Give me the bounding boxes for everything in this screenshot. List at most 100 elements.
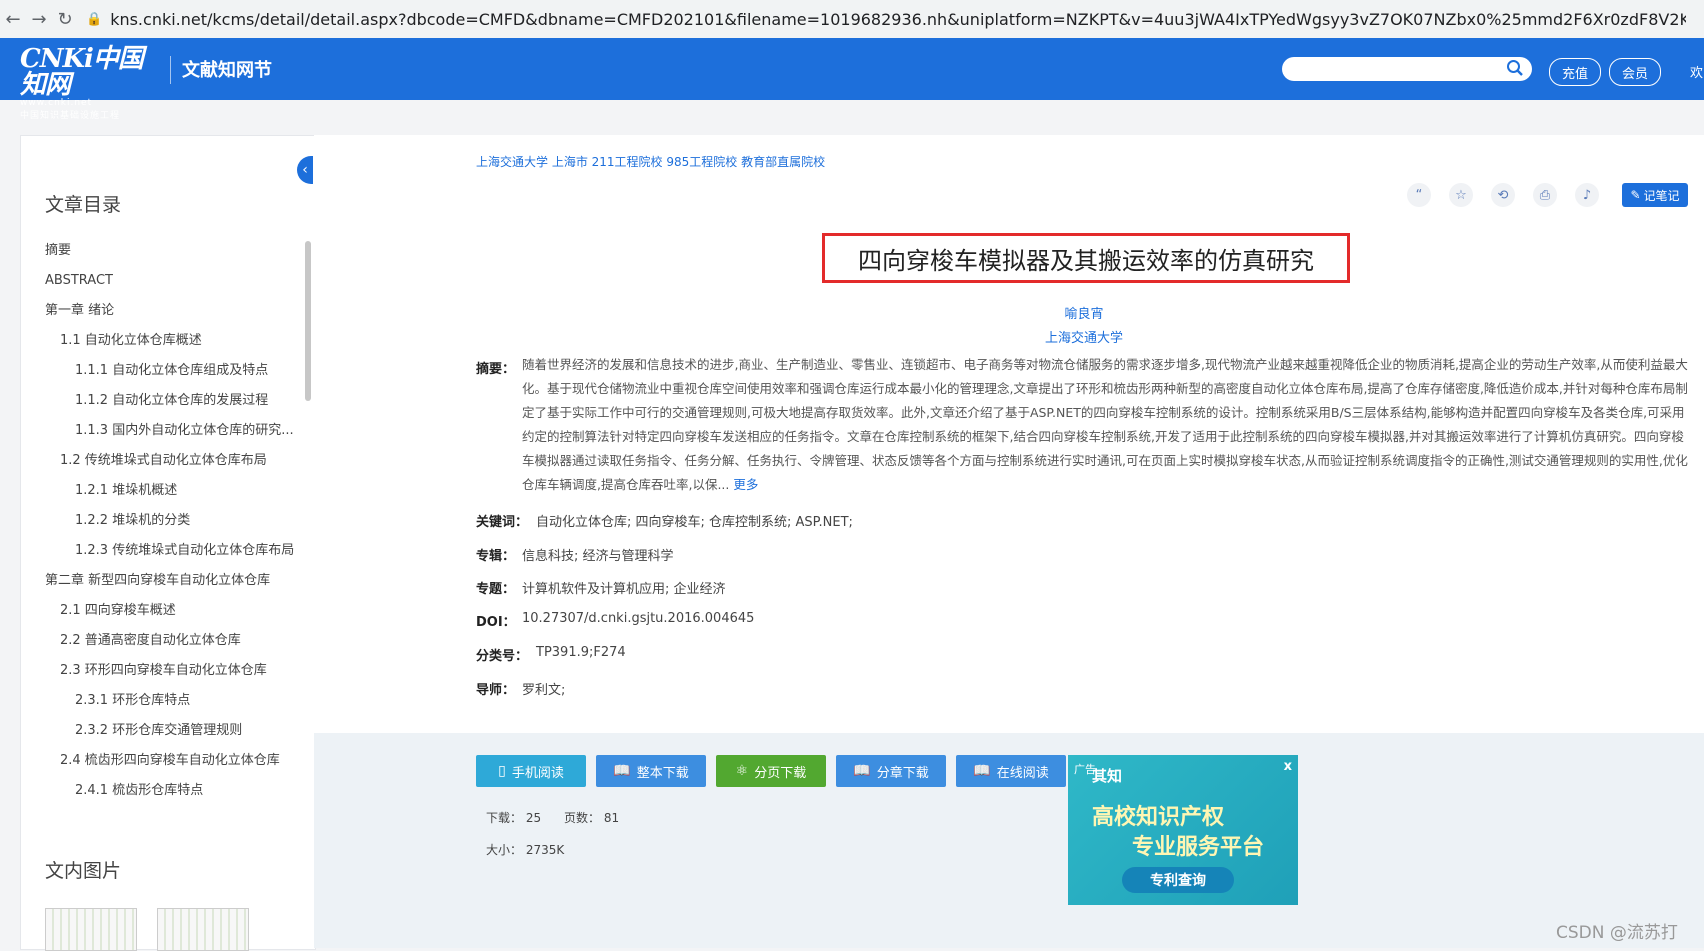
toc-sidebar: 文章目录 摘要 ABSTRACT 第一章 绪论 1.1 自动化立体仓库概述 1.1.1 … [20, 135, 316, 951]
logo-mark: CNKi中国知网 [20, 44, 144, 100]
toc-title: 文章目录 [45, 194, 122, 216]
back-icon[interactable]: ← [0, 6, 26, 32]
download-count: 下载： 25 [486, 811, 542, 825]
page-count: 页数： 81 [564, 811, 620, 825]
keywords-label: 关键词： [476, 515, 529, 530]
search-icon[interactable] [1506, 59, 1524, 81]
book-icon: 📖 [973, 763, 991, 779]
doi-value: 10.27307/d.cnki.gsjtu.2016.004645 [522, 611, 755, 626]
whole-download-button[interactable]: 📖 整本下载 [596, 755, 706, 787]
quote-icon[interactable]: “ [1407, 183, 1431, 207]
browser-address-bar: ← → ↻ 🔒 kns.cnki.net/kcms/detail/detail.… [0, 0, 1704, 39]
advisor-value[interactable]: 罗利文; [522, 679, 565, 698]
ad-headline-1: 高校知识产权 [1092, 805, 1225, 830]
topic-value: 计算机软件及计算机应用; 企业经济 [522, 582, 726, 597]
whole-download-label: 整本下载 [636, 765, 689, 781]
lock-icon: 🔒 [86, 11, 103, 27]
toc-item[interactable]: 2.3.2 环形仓库交通管理规则 [21, 716, 301, 746]
logo-url: www.cnki.net [20, 98, 93, 108]
toc-item[interactable]: 第二章 新型四向穿梭车自动化立体仓库 [21, 566, 301, 596]
site-header: CNKi中国知网 www.cnki.net 中国知识基础设施工程 文献知网节 充… [0, 38, 1704, 121]
book-icon: 📖 [613, 763, 631, 779]
figure-thumbnail[interactable] [157, 908, 249, 951]
abstract-body: 随着世界经济的发展和信息技术的进步,商业、生产制造业、零售业、连锁超市、电子商务… [522, 357, 1688, 492]
abstract-label: 摘要： [476, 362, 516, 377]
take-notes-button[interactable]: ✎ 记笔记 [1622, 183, 1688, 207]
toc-item[interactable]: 1.1.3 国内外自动化立体仓库的研究... [21, 416, 301, 446]
search-input[interactable] [1292, 57, 1511, 83]
toc-item[interactable]: 2.3.1 环形仓库特点 [21, 686, 301, 716]
toc-item[interactable]: 2.1 四向穿梭车概述 [21, 596, 301, 626]
url-text: kns.cnki.net/kcms/detail/detail.aspx?dbc… [110, 9, 1686, 29]
institution-link[interactable]: 上海交通大学 [314, 327, 1704, 346]
toc-item[interactable]: 2.4.1 梳齿形仓库特点 [21, 776, 301, 806]
mobile-read-button[interactable]: ▯ 手机阅读 [476, 755, 586, 787]
recharge-button[interactable]: 充值 [1549, 58, 1601, 86]
toc-item[interactable]: 1.2.3 传统堆垛式自动化立体仓库布局 [21, 536, 301, 566]
more-link[interactable]: 更多 [733, 477, 758, 492]
mobile-read-label: 手机阅读 [511, 765, 564, 781]
author-link[interactable]: 喻良宵 [314, 303, 1704, 322]
reload-icon[interactable]: ↻ [52, 6, 78, 32]
advisor-label: 导师： [476, 683, 516, 698]
class-label: 分类号： [476, 649, 529, 664]
ad-cta-button[interactable]: 专利查询 [1122, 867, 1234, 893]
ad-banner[interactable]: 广告 其知 x 高校知识产权 专业服务平台 专利查询 [1068, 755, 1298, 905]
series-label: 专辑： [476, 549, 516, 564]
logo-sub: 中国知识基础设施工程 [20, 111, 121, 121]
toc-item[interactable]: 1.1 自动化立体仓库概述 [21, 326, 301, 356]
close-icon[interactable]: x [1284, 759, 1292, 774]
online-read-button[interactable]: 📖 在线阅读 [956, 755, 1066, 787]
file-size: 大小： 2735K [486, 843, 565, 857]
toc-item[interactable]: 第一章 绪论 [21, 296, 301, 326]
figure-thumbnail[interactable] [45, 908, 137, 951]
article-title: 四向穿梭车模拟器及其搬运效率的仿真研究 [822, 233, 1350, 283]
page-download-label: 分页下载 [754, 765, 807, 781]
topic-label: 专题： [476, 582, 516, 597]
toc-item[interactable]: 1.1.2 自动化立体仓库的发展过程 [21, 386, 301, 416]
phone-icon: ▯ [498, 763, 506, 779]
class-value: TP391.9;F274 [536, 645, 626, 660]
print-icon[interactable]: ⎙ [1533, 183, 1557, 207]
pdf-icon: ⚛ [735, 763, 749, 779]
toc-item[interactable]: 1.2.1 堆垛机概述 [21, 476, 301, 506]
url-field[interactable]: 🔒 kns.cnki.net/kcms/detail/detail.aspx?d… [86, 10, 1686, 29]
bell-icon[interactable]: ♪ [1575, 183, 1599, 207]
toc-item[interactable]: ABSTRACT [21, 266, 301, 296]
book-icon: 📖 [853, 763, 871, 779]
chapter-download-label: 分章下载 [876, 765, 929, 781]
doi-label: DOI： [476, 615, 516, 630]
share-icon[interactable]: ⟲ [1491, 183, 1515, 207]
figures-title: 文内图片 [45, 860, 122, 882]
toc-item[interactable]: 2.3 环形四向穿梭车自动化立体仓库 [21, 656, 301, 686]
series-value: 信息科技; 经济与管理科学 [522, 549, 674, 564]
toc-item[interactable]: 2.2 普通高密度自动化立体仓库 [21, 626, 301, 656]
abstract-text: 随着世界经济的发展和信息技术的进步,商业、生产制造业、零售业、连锁超市、电子商务… [522, 353, 1692, 497]
ad-headline-2: 专业服务平台 [1132, 835, 1265, 860]
take-notes-label: 记笔记 [1643, 188, 1680, 203]
toc-item[interactable]: 1.1.1 自动化立体仓库组成及特点 [21, 356, 301, 386]
portal-title[interactable]: 文献知网节 [182, 56, 272, 82]
ad-brand: 其知 [1092, 767, 1123, 785]
pencil-icon: ✎ [1630, 188, 1641, 202]
toc-item[interactable]: 摘要 [21, 236, 301, 266]
watermark: CSDN @流苏打 [1556, 923, 1678, 943]
article-main: 上海交通大学 上海市 211工程院校 985工程院校 教育部直属院校 “ ☆ ⟲… [314, 135, 1704, 948]
online-read-label: 在线阅读 [996, 765, 1049, 781]
chapter-download-button[interactable]: 📖 分章下载 [836, 755, 946, 787]
keywords-value[interactable]: 自动化立体仓库; 四向穿梭车; 仓库控制系统; ASP.NET; [536, 511, 853, 530]
member-button[interactable]: 会员 [1609, 58, 1661, 86]
page-download-button[interactable]: ⚛ 分页下载 [716, 755, 826, 787]
forward-icon[interactable]: → [26, 6, 52, 32]
toc-item[interactable]: 1.2 传统堆垛式自动化立体仓库布局 [21, 446, 301, 476]
welcome-text: 欢 [1690, 66, 1704, 81]
toc-item[interactable]: 1.2.2 堆垛机的分类 [21, 506, 301, 536]
cnki-logo[interactable]: CNKi中国知网 www.cnki.net 中国知识基础设施工程 [20, 46, 160, 121]
logo-divider [170, 56, 171, 84]
toc-item[interactable]: 2.4 梳齿形四向穿梭车自动化立体仓库 [21, 746, 301, 776]
toc-scrollbar[interactable] [305, 241, 311, 401]
toc-list: 摘要 ABSTRACT 第一章 绪论 1.1 自动化立体仓库概述 1.1.1 自动化立体… [21, 236, 301, 806]
institution-tags[interactable]: 上海交通大学 上海市 211工程院校 985工程院校 教育部直属院校 [476, 153, 825, 170]
search-box [1282, 57, 1532, 83]
star-icon[interactable]: ☆ [1449, 183, 1473, 207]
